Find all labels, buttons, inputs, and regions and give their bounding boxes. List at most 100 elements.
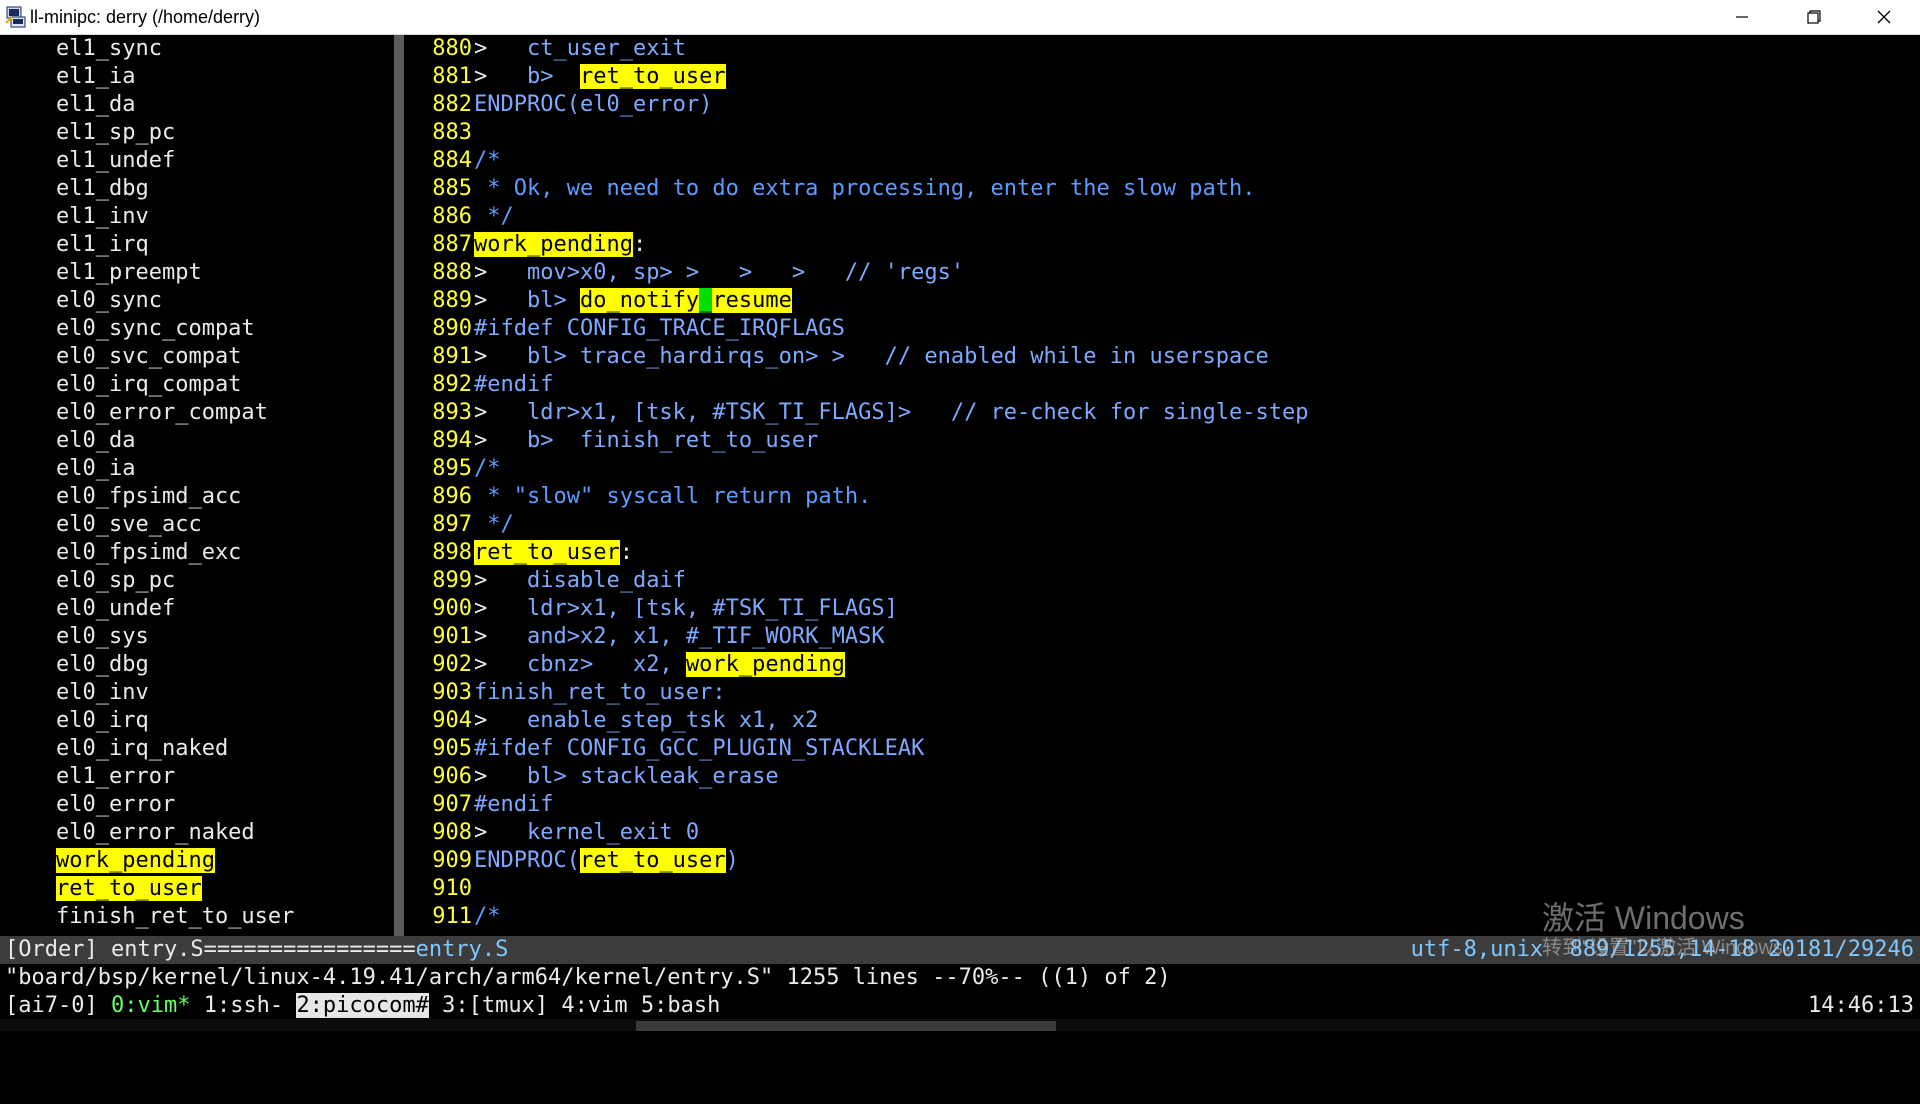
tagbar-sidebar[interactable]: el1_sync el1_ia el1_da el1_sp_pc el1_undef el… (0, 35, 394, 936)
code-line[interactable]: 892#endif (404, 371, 1920, 399)
sidebar-tag-item[interactable]: el0_error_compat (0, 399, 394, 427)
sidebar-tag-item[interactable]: finish_ret_to_user (0, 903, 394, 931)
code-text: #ifdef CONFIG_GCC_PLUGIN_STACKLEAK (474, 736, 924, 761)
sidebar-tag-item[interactable]: el0_error (0, 791, 394, 819)
sidebar-tag-item[interactable]: el0_sync_compat (0, 315, 394, 343)
code-line[interactable]: 903finish_ret_to_user: (404, 679, 1920, 707)
window-title-bar[interactable]: ll-minipc: derry (/home/derry) (0, 0, 1920, 35)
close-button[interactable] (1848, 0, 1920, 34)
code-line[interactable]: 909ENDPROC(ret_to_user) (404, 847, 1920, 875)
code-token: > (474, 400, 488, 425)
sidebar-tag-item[interactable]: el0_svc_compat (0, 343, 394, 371)
code-line[interactable]: 888> mov>x0, sp> > > > // 'regs' (404, 259, 1920, 287)
code-line[interactable]: 899> disable_daif (404, 567, 1920, 595)
sidebar-tag-item[interactable]: el0_error_naked (0, 819, 394, 847)
sidebar-tag-item[interactable]: el1_preempt (0, 259, 394, 287)
sidebar-tag-item[interactable]: el0_sys (0, 623, 394, 651)
code-line[interactable]: 897 */ (404, 511, 1920, 539)
code-line[interactable]: 882ENDPROC(el0_error) (404, 91, 1920, 119)
scrollbar-thumb[interactable] (636, 1021, 1056, 1031)
tmux-clock: 14:46:13 (1808, 993, 1914, 1018)
code-line[interactable]: 884/* (404, 147, 1920, 175)
sidebar-tag-label: el0_svc_compat (56, 344, 242, 369)
code-line[interactable]: 900> ldr>x1, [tsk, #TSK_TI_FLAGS] (404, 595, 1920, 623)
code-token: > (474, 344, 488, 369)
code-line[interactable]: 904> enable_step_tsk x1, x2 (404, 707, 1920, 735)
tmux-window-list: [ai7-0] 0:vim* 1:ssh- 2:picocom# 3:[tmux… (5, 992, 720, 1020)
sidebar-tag-item[interactable]: el0_fpsimd_exc (0, 539, 394, 567)
code-line[interactable]: 895/* (404, 455, 1920, 483)
sidebar-tag-item[interactable]: el0_inv (0, 679, 394, 707)
minimize-button[interactable] (1706, 0, 1778, 34)
sidebar-tag-item[interactable]: el1_da (0, 91, 394, 119)
tmux-window-2[interactable]: 1:ssh- (204, 993, 283, 1018)
sidebar-tag-item[interactable]: el1_sync (0, 35, 394, 63)
code-line[interactable]: 889> bl> do_notify_resume (404, 287, 1920, 315)
sidebar-tag-item[interactable]: el1_error (0, 763, 394, 791)
sidebar-tag-label: el1_da (56, 92, 136, 117)
code-token: disable_daif (487, 568, 686, 593)
vertical-split-separator[interactable] (394, 35, 404, 936)
restore-button[interactable] (1778, 0, 1850, 34)
code-line[interactable]: 901> and>x2, x1, #_TIF_WORK_MASK (404, 623, 1920, 651)
minimize-icon (1736, 16, 1748, 18)
code-line[interactable]: 905#ifdef CONFIG_GCC_PLUGIN_STACKLEAK (404, 735, 1920, 763)
code-token: * "slow" syscall return path. (474, 484, 872, 509)
code-line[interactable]: 896 * "slow" syscall return path. (404, 483, 1920, 511)
code-line[interactable]: 902> cbnz> x2, work_pending (404, 651, 1920, 679)
sidebar-tag-item[interactable]: el0_undef (0, 595, 394, 623)
sidebar-tag-item[interactable]: el1_ia (0, 63, 394, 91)
code-line[interactable]: 907#endif (404, 791, 1920, 819)
line-number: 894 (432, 428, 472, 453)
code-line[interactable]: 880> ct_user_exit (404, 35, 1920, 63)
sidebar-tag-item[interactable]: el1_inv (0, 203, 394, 231)
code-line[interactable]: 881> b> ret_to_user (404, 63, 1920, 91)
code-line[interactable]: 908> kernel_exit 0 (404, 819, 1920, 847)
code-line[interactable]: 910 (404, 875, 1920, 903)
code-line[interactable]: 890#ifdef CONFIG_TRACE_IRQFLAGS (404, 315, 1920, 343)
code-line[interactable]: 883 (404, 119, 1920, 147)
sidebar-tag-item[interactable]: el0_ia (0, 455, 394, 483)
code-line[interactable]: 906> bl> stackleak_erase (404, 763, 1920, 791)
code-text: ENDPROC(el0_error) (474, 92, 712, 117)
code-line[interactable]: 898ret_to_user: (404, 539, 1920, 567)
code-line[interactable]: 891> bl> trace_hardirqs_on> > // enabled… (404, 343, 1920, 371)
code-line[interactable]: 886 */ (404, 203, 1920, 231)
sidebar-tag-label: el0_irq_compat (56, 372, 242, 397)
tmux-window-4[interactable]: 3:[tmux] (442, 993, 548, 1018)
tmux-window-6[interactable]: 5:bash (641, 993, 720, 1018)
sidebar-tag-item[interactable]: el1_undef (0, 147, 394, 175)
tmux-window-5[interactable]: 4:vim (561, 993, 627, 1018)
sidebar-tag-item[interactable]: el1_dbg (0, 175, 394, 203)
code-line[interactable]: 885 * Ok, we need to do extra processing… (404, 175, 1920, 203)
tmux-window-3[interactable]: 2:picocom# (296, 993, 429, 1018)
terminal-area[interactable]: el1_sync el1_ia el1_da el1_sp_pc el1_undef el… (0, 35, 1920, 1020)
tmux-window-0[interactable]: [ai7-0] (5, 993, 98, 1018)
sidebar-tag-item[interactable]: el0_da (0, 427, 394, 455)
tmux-window-1[interactable]: 0:vim* (111, 993, 190, 1018)
sidebar-tag-item[interactable]: el0_irq_compat (0, 371, 394, 399)
sidebar-tag-item[interactable]: el0_sync (0, 287, 394, 315)
code-editor-pane[interactable]: 880> ct_user_exit 881> b> ret_to_user 882E… (404, 35, 1920, 936)
sidebar-tag-item[interactable]: el1_irq (0, 231, 394, 259)
sidebar-tag-item[interactable]: el0_sp_pc (0, 567, 394, 595)
sidebar-tag-item[interactable]: el1_sp_pc (0, 119, 394, 147)
code-token: ) (725, 848, 739, 873)
sidebar-tag-item[interactable]: el0_irq_naked (0, 735, 394, 763)
code-text: * "slow" syscall return path. (474, 484, 871, 509)
sidebar-tag-item[interactable]: el0_irq (0, 707, 394, 735)
code-line[interactable]: 887work_pending: (404, 231, 1920, 259)
windows-activation-watermark: 激活 Windows 转到"设置"以激活 Windows。 (1542, 900, 1803, 960)
line-number: 907 (432, 792, 472, 817)
code-token: mov>x0, sp> > > > // 'regs' (487, 260, 965, 285)
sidebar-tag-item[interactable]: work_pending (0, 847, 394, 875)
sidebar-tag-item[interactable]: el0_dbg (0, 651, 394, 679)
sidebar-tag-label: el0_irq (56, 708, 149, 733)
code-token: cbnz> x2, (487, 652, 686, 677)
sidebar-tag-item[interactable]: ret_to_user (0, 875, 394, 903)
sidebar-tag-item[interactable]: el0_fpsimd_acc (0, 483, 394, 511)
code-line[interactable]: 894> b> finish_ret_to_user (404, 427, 1920, 455)
code-text: * Ok, we need to do extra processing, en… (474, 176, 1255, 201)
code-line[interactable]: 893> ldr>x1, [tsk, #TSK_TI_FLAGS]> // re… (404, 399, 1920, 427)
sidebar-tag-item[interactable]: el0_sve_acc (0, 511, 394, 539)
